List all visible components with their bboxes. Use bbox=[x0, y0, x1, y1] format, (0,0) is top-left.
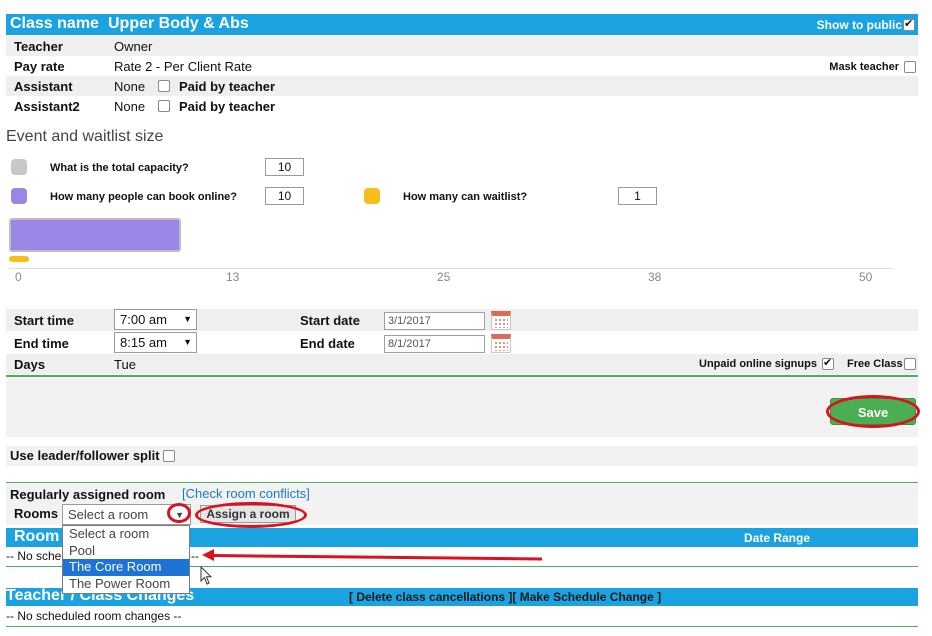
room-option[interactable]: Select a room bbox=[63, 526, 189, 543]
room-select[interactable]: Select a room ▼ bbox=[62, 504, 191, 525]
divider bbox=[6, 626, 918, 627]
chevron-down-icon: ▼ bbox=[175, 510, 184, 520]
room-select-value: Select a room bbox=[68, 507, 149, 522]
class-name-value: Upper Body & Abs bbox=[108, 15, 249, 32]
online-capacity-bar bbox=[9, 218, 181, 252]
total-capacity-input[interactable]: 10 bbox=[265, 158, 304, 176]
annotation-arrow-line bbox=[211, 554, 542, 561]
free-class-checkbox[interactable] bbox=[904, 358, 916, 370]
leader-checkbox[interactable] bbox=[163, 450, 175, 462]
days-row: Days Tue Unpaid online signups Free Clas… bbox=[6, 354, 918, 374]
online-capacity-color-swatch bbox=[11, 188, 27, 204]
assign-room-button[interactable]: Assign a room bbox=[200, 505, 296, 523]
chevron-down-icon: ▼ bbox=[183, 314, 192, 324]
assistant2-paid-label: Paid by teacher bbox=[179, 99, 276, 114]
capacity-section-title: Event and waitlist size bbox=[6, 128, 164, 145]
assistant2-paid-checkbox[interactable] bbox=[158, 100, 170, 112]
assistant2-value: None bbox=[114, 99, 146, 114]
end-time-select[interactable]: 8:15 am ▼ bbox=[114, 332, 197, 353]
class-name-label: Class name bbox=[10, 15, 99, 32]
rooms-label: Rooms bbox=[14, 506, 59, 521]
capacity-scale-line bbox=[9, 268, 893, 269]
mouse-cursor-icon bbox=[200, 566, 213, 585]
waitlist-bar bbox=[9, 256, 29, 262]
total-capacity-label: What is the total capacity? bbox=[50, 162, 189, 174]
end-date-input[interactable]: 8/1/2017 bbox=[384, 335, 485, 353]
payrate-label: Pay rate bbox=[14, 59, 65, 74]
payrate-row: Pay rate Rate 2 - Per Client Rate Mask t… bbox=[6, 56, 918, 76]
assistant-paid-checkbox[interactable] bbox=[158, 80, 170, 92]
check-conflicts-link[interactable]: [Check room conflicts] bbox=[182, 486, 310, 501]
calendar-icon[interactable] bbox=[491, 311, 511, 330]
total-capacity-color-swatch bbox=[11, 159, 27, 175]
save-button[interactable]: Save bbox=[830, 398, 916, 425]
assistant-label: Assistant bbox=[14, 79, 73, 94]
no-room-changes-text: -- No scheduled room changes -- bbox=[6, 609, 182, 623]
show-public-checkbox[interactable] bbox=[903, 17, 915, 31]
payrate-value: Rate 2 - Per Client Rate bbox=[114, 59, 253, 74]
scale-tick: 50 bbox=[859, 270, 873, 284]
chevron-down-icon: ▼ bbox=[183, 337, 192, 347]
class-header: Class name Upper Body & Abs Show to publ… bbox=[6, 14, 918, 35]
online-capacity-label: How many people can book online? bbox=[50, 191, 238, 203]
leader-row: Use leader/follower split bbox=[6, 446, 918, 466]
annotation-arrow-head bbox=[202, 549, 214, 561]
assistant2-row: Assistant2 None Paid by teacher bbox=[6, 96, 918, 116]
scale-tick: 38 bbox=[648, 270, 662, 284]
mask-teacher-checkbox[interactable] bbox=[904, 61, 916, 73]
assistant-row: Assistant None Paid by teacher bbox=[6, 76, 918, 96]
no-scheduled-rooms-text-suffix: -- bbox=[191, 549, 199, 563]
room-option[interactable]: Pool bbox=[63, 543, 189, 560]
waitlist-color-swatch bbox=[364, 188, 380, 204]
online-capacity-input[interactable]: 10 bbox=[265, 187, 304, 205]
room-option[interactable]: The Core Room bbox=[63, 559, 189, 576]
regular-room-label: Regularly assigned room bbox=[10, 487, 166, 502]
scale-tick: 0 bbox=[15, 270, 22, 284]
assistant2-label: Assistant2 bbox=[14, 99, 80, 114]
show-public-label: Show to public bbox=[816, 18, 902, 32]
scale-tick: 25 bbox=[437, 270, 451, 284]
calendar-icon[interactable] bbox=[491, 334, 511, 353]
save-panel bbox=[6, 377, 918, 437]
start-date-input[interactable]: 3/1/2017 bbox=[384, 312, 485, 330]
assistant-paid-label: Paid by teacher bbox=[179, 79, 276, 94]
room-dropdown-list[interactable]: Select a room Pool The Core Room The Pow… bbox=[62, 525, 190, 594]
unpaid-signups-checkbox[interactable] bbox=[822, 356, 834, 370]
scale-tick: 13 bbox=[226, 270, 240, 284]
free-class-label: Free Class bbox=[847, 358, 903, 370]
mask-teacher-label: Mask teacher bbox=[829, 61, 899, 73]
teacher-value: Owner bbox=[114, 39, 153, 54]
end-time-label: End time bbox=[14, 336, 69, 351]
start-date-label: Start date bbox=[300, 313, 360, 328]
teacher-label: Teacher bbox=[14, 39, 63, 54]
room-bar-title: Room bbox=[14, 528, 60, 545]
end-time-value: 8:15 am bbox=[120, 335, 167, 350]
no-scheduled-rooms-text-prefix: -- No sche bbox=[6, 549, 62, 563]
date-range-label: Date Range bbox=[744, 531, 811, 545]
teacher-row: Teacher Owner bbox=[6, 36, 918, 56]
waitlist-label: How many can waitlist? bbox=[403, 191, 528, 203]
start-time-value: 7:00 am bbox=[120, 312, 167, 327]
waitlist-input[interactable]: 1 bbox=[618, 187, 657, 205]
room-option[interactable]: The Power Room bbox=[63, 576, 189, 593]
unpaid-signups-label: Unpaid online signups bbox=[699, 358, 817, 370]
changes-bar-links[interactable]: [ Delete class cancellations ][ Make Sch… bbox=[349, 590, 661, 604]
end-date-label: End date bbox=[300, 336, 355, 351]
days-label: Days bbox=[14, 357, 46, 372]
days-value: Tue bbox=[114, 357, 136, 372]
leader-label: Use leader/follower split bbox=[10, 448, 160, 463]
start-time-label: Start time bbox=[14, 313, 74, 328]
assistant-value: None bbox=[114, 79, 146, 94]
start-time-select[interactable]: 7:00 am ▼ bbox=[114, 309, 197, 330]
